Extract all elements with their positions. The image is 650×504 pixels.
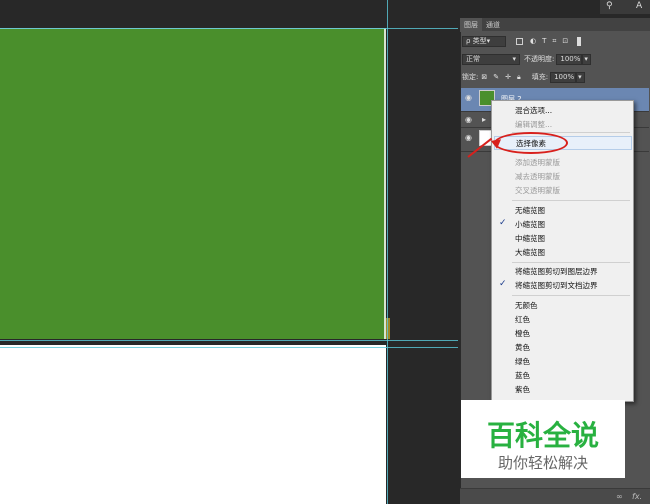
panel-bottom-bar: ∞ fx. (460, 488, 650, 504)
tab-channels[interactable]: 通道 (482, 18, 504, 32)
visibility-eye-icon[interactable]: ◉ (465, 93, 472, 102)
lock-paint-icon[interactable]: ✎ (493, 73, 499, 81)
filter-pixel-icon[interactable] (516, 37, 523, 45)
group-visibility-eye-icon[interactable]: ◉ (465, 115, 472, 124)
group-expand-icon[interactable]: ▸ (482, 115, 486, 124)
fill-input[interactable]: 100% (550, 71, 577, 83)
lock-move-icon[interactable]: ✛ (505, 73, 511, 81)
menu-item-blue[interactable]: 蓝色 (515, 370, 530, 381)
filter-smart-icon[interactable]: ⊡ (562, 37, 568, 45)
filter-toggle-icon[interactable] (577, 36, 582, 46)
blend-mode-select[interactable]: 正常 ▾ (462, 53, 520, 65)
menu-item-blending-options[interactable]: 混合选项... (515, 105, 552, 116)
check-icon: ✓ (499, 279, 507, 289)
options-toolbar: ⚲ A (600, 0, 650, 14)
filter-adjust-icon[interactable]: ◐ (530, 37, 536, 45)
watermark-title: 百科全说 (486, 419, 599, 452)
type-tool-label[interactable]: A (636, 1, 642, 11)
tab-layers[interactable]: 图层 (460, 18, 482, 32)
filter-text-icon[interactable]: T (542, 37, 546, 45)
red-highlight-oval (494, 132, 568, 154)
fill-dropdown-icon[interactable]: ▾ (576, 71, 586, 83)
panel-tabs: 图层 通道 (460, 18, 650, 32)
menu-item-clip-to-layer-bounds[interactable]: 将缩览图剪切到图层边界 (515, 266, 598, 277)
lock-transparent-icon[interactable]: ⊠ (481, 73, 487, 81)
opacity-input[interactable]: 100% (556, 53, 583, 65)
menu-item-subtract-transparency-mask[interactable]: 减去透明蒙版 (515, 171, 560, 182)
menu-item-green[interactable]: 绿色 (515, 356, 530, 367)
menu-separator (512, 295, 630, 296)
blend-row: 正常 ▾ 不透明度: 100% ▾ (462, 52, 648, 66)
link-layers-icon[interactable]: ∞ (616, 492, 623, 501)
menu-item-violet[interactable]: 紫色 (515, 384, 530, 395)
green-layer-content[interactable] (0, 28, 386, 339)
menu-item-medium-thumbnails[interactable]: 中缩览图 (515, 233, 545, 244)
white-background-layer[interactable] (0, 345, 386, 504)
guide-vertical[interactable] (387, 0, 388, 504)
fx-icon[interactable]: fx. (632, 492, 642, 501)
menu-item-orange[interactable]: 橙色 (515, 328, 530, 339)
menu-item-edit-adjustment[interactable]: 编辑调整... (515, 119, 552, 130)
menu-item-large-thumbnails[interactable]: 大缩览图 (515, 247, 545, 258)
background-visibility-eye-icon[interactable]: ◉ (465, 133, 472, 142)
watermark-subtitle: 助你轻松解决 (497, 454, 588, 472)
filter-row: ρ 类型 ▾ ◐ T ⌗ ⊡ (462, 34, 648, 48)
menu-separator (512, 262, 630, 263)
guide-horizontal-mid[interactable] (0, 340, 458, 341)
menu-item-intersect-transparency-mask[interactable]: 交叉透明蒙版 (515, 185, 560, 196)
lock-label: 锁定: (462, 73, 479, 81)
menu-item-yellow[interactable]: 黄色 (515, 342, 530, 353)
menu-item-red[interactable]: 红色 (515, 314, 530, 325)
opacity-label: 不透明度: (524, 55, 555, 63)
lock-all-icon[interactable]: 🔒︎ (517, 73, 521, 82)
menu-item-no-thumbnails[interactable]: 无缩览图 (515, 205, 545, 216)
lock-row: 锁定: ⊠ ✎ ✛ 🔒︎ 填充: 100% ▾ (462, 70, 648, 84)
filter-shape-icon[interactable]: ⌗ (552, 37, 556, 46)
filter-type-select[interactable]: ρ 类型 ▾ (462, 35, 506, 47)
menu-separator (512, 200, 630, 201)
guide-horizontal-bottom[interactable] (0, 347, 458, 348)
check-icon: ✓ (499, 218, 507, 228)
menu-item-add-transparency-mask[interactable]: 添加透明蒙版 (515, 157, 560, 168)
menu-item-clip-to-document-bounds[interactable]: 将缩览图剪切到文档边界 (515, 280, 598, 291)
fill-label: 填充: (531, 73, 549, 81)
tool-icon[interactable]: ⚲ (606, 1, 613, 11)
opacity-dropdown-icon[interactable]: ▾ (582, 53, 592, 65)
guide-horizontal-top[interactable] (0, 28, 458, 29)
menu-item-small-thumbnails[interactable]: 小缩览图 (515, 219, 545, 230)
watermark-logo: 百科全说 助你轻松解决 (461, 400, 625, 478)
menu-item-no-color[interactable]: 无颜色 (515, 300, 538, 311)
blend-mode-value: 正常 (466, 55, 480, 63)
filter-type-label: ρ 类型 (466, 37, 487, 45)
